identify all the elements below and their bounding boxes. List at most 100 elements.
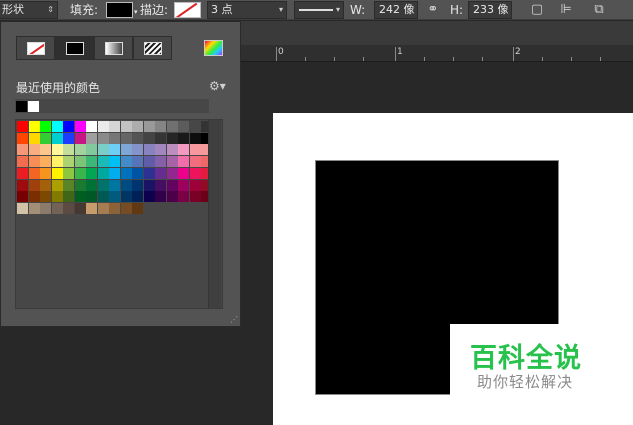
color-swatch[interactable] [155, 144, 166, 156]
color-swatch[interactable] [40, 191, 51, 203]
color-swatch[interactable] [178, 144, 189, 156]
color-swatch[interactable] [28, 132, 40, 144]
color-swatch[interactable] [40, 144, 51, 156]
color-swatch[interactable] [86, 202, 97, 214]
resize-grip-icon[interactable]: ⋰ [230, 315, 238, 324]
color-swatch[interactable] [166, 156, 178, 168]
gear-icon[interactable]: ⚙▾ [209, 79, 226, 93]
color-swatch[interactable] [97, 144, 109, 156]
fill-swatch[interactable] [106, 2, 133, 18]
color-swatch[interactable] [178, 121, 189, 132]
color-swatch[interactable] [17, 179, 28, 191]
color-swatch[interactable] [109, 191, 120, 203]
color-swatch[interactable] [86, 144, 97, 156]
color-swatch[interactable] [51, 144, 63, 156]
color-swatch[interactable] [17, 132, 28, 144]
color-swatch[interactable] [40, 179, 51, 191]
color-swatch[interactable] [132, 144, 143, 156]
color-swatch[interactable] [143, 144, 155, 156]
path-alignment-icon[interactable]: ⊫ [557, 0, 575, 20]
path-operations-icon[interactable]: ▢ [528, 0, 546, 20]
color-swatch[interactable] [51, 156, 63, 168]
color-swatch[interactable] [166, 132, 178, 144]
color-swatch[interactable] [97, 156, 109, 168]
color-swatch[interactable] [143, 121, 155, 132]
color-swatch[interactable] [63, 179, 74, 191]
color-swatch[interactable] [109, 156, 120, 168]
color-swatch[interactable] [74, 144, 86, 156]
color-swatch[interactable] [63, 202, 74, 214]
solid-color-button[interactable] [55, 36, 94, 60]
color-swatch[interactable] [28, 144, 40, 156]
color-swatch[interactable] [74, 191, 86, 203]
color-swatch[interactable] [86, 132, 97, 144]
color-swatch[interactable] [120, 167, 132, 179]
color-swatch[interactable] [28, 191, 40, 203]
color-swatch[interactable] [143, 132, 155, 144]
color-swatch[interactable] [132, 191, 143, 203]
color-swatch[interactable] [178, 191, 189, 203]
gradient-button[interactable] [94, 36, 133, 60]
color-swatch[interactable] [189, 121, 201, 132]
color-swatch[interactable] [166, 167, 178, 179]
color-swatch[interactable] [189, 179, 201, 191]
width-input[interactable]: 242 像 [374, 1, 418, 19]
color-swatch[interactable] [63, 156, 74, 168]
link-icon[interactable]: ⚭ [424, 0, 442, 20]
color-swatch[interactable] [178, 132, 189, 144]
color-swatch[interactable] [51, 167, 63, 179]
color-swatch[interactable] [166, 191, 178, 203]
color-swatch[interactable] [166, 121, 178, 132]
color-swatch[interactable] [155, 167, 166, 179]
color-swatch[interactable] [97, 202, 109, 214]
recent-swatch[interactable] [28, 101, 39, 112]
color-swatch[interactable] [51, 191, 63, 203]
color-picker-icon[interactable] [204, 40, 223, 56]
color-swatch[interactable] [97, 121, 109, 132]
color-swatch[interactable] [189, 167, 201, 179]
color-swatch[interactable] [40, 167, 51, 179]
color-swatch[interactable] [17, 121, 28, 132]
color-swatch[interactable] [189, 156, 201, 168]
color-swatch[interactable] [74, 179, 86, 191]
color-swatch[interactable] [109, 121, 120, 132]
color-swatch[interactable] [120, 156, 132, 168]
recent-swatch[interactable] [16, 101, 27, 112]
color-swatch[interactable] [63, 167, 74, 179]
color-swatch[interactable] [86, 167, 97, 179]
color-swatch[interactable] [51, 179, 63, 191]
height-input[interactable]: 233 像 [468, 1, 512, 19]
color-swatch[interactable] [40, 132, 51, 144]
color-swatch[interactable] [132, 132, 143, 144]
color-swatch[interactable] [143, 191, 155, 203]
color-swatch[interactable] [143, 156, 155, 168]
color-swatch[interactable] [17, 144, 28, 156]
color-swatch[interactable] [74, 167, 86, 179]
color-swatch[interactable] [120, 144, 132, 156]
color-swatch[interactable] [178, 179, 189, 191]
color-swatch[interactable] [120, 132, 132, 144]
color-swatch[interactable] [120, 179, 132, 191]
color-swatch[interactable] [51, 121, 63, 132]
color-swatch[interactable] [189, 132, 201, 144]
color-swatch[interactable] [63, 144, 74, 156]
color-swatch[interactable] [109, 132, 120, 144]
color-swatch[interactable] [155, 121, 166, 132]
color-swatch[interactable] [132, 179, 143, 191]
color-swatch[interactable] [86, 156, 97, 168]
color-swatch[interactable] [120, 191, 132, 203]
color-swatch[interactable] [40, 156, 51, 168]
color-swatch[interactable] [120, 202, 132, 214]
color-swatch[interactable] [143, 179, 155, 191]
color-swatch[interactable] [109, 179, 120, 191]
color-swatch[interactable] [97, 179, 109, 191]
color-swatch[interactable] [97, 167, 109, 179]
color-swatch[interactable] [166, 179, 178, 191]
color-swatch[interactable] [132, 121, 143, 132]
color-swatch[interactable] [63, 191, 74, 203]
no-color-button[interactable] [16, 36, 55, 60]
color-swatch[interactable] [63, 121, 74, 132]
color-swatch[interactable] [109, 202, 120, 214]
color-swatch[interactable] [17, 202, 28, 214]
color-swatch[interactable] [28, 167, 40, 179]
